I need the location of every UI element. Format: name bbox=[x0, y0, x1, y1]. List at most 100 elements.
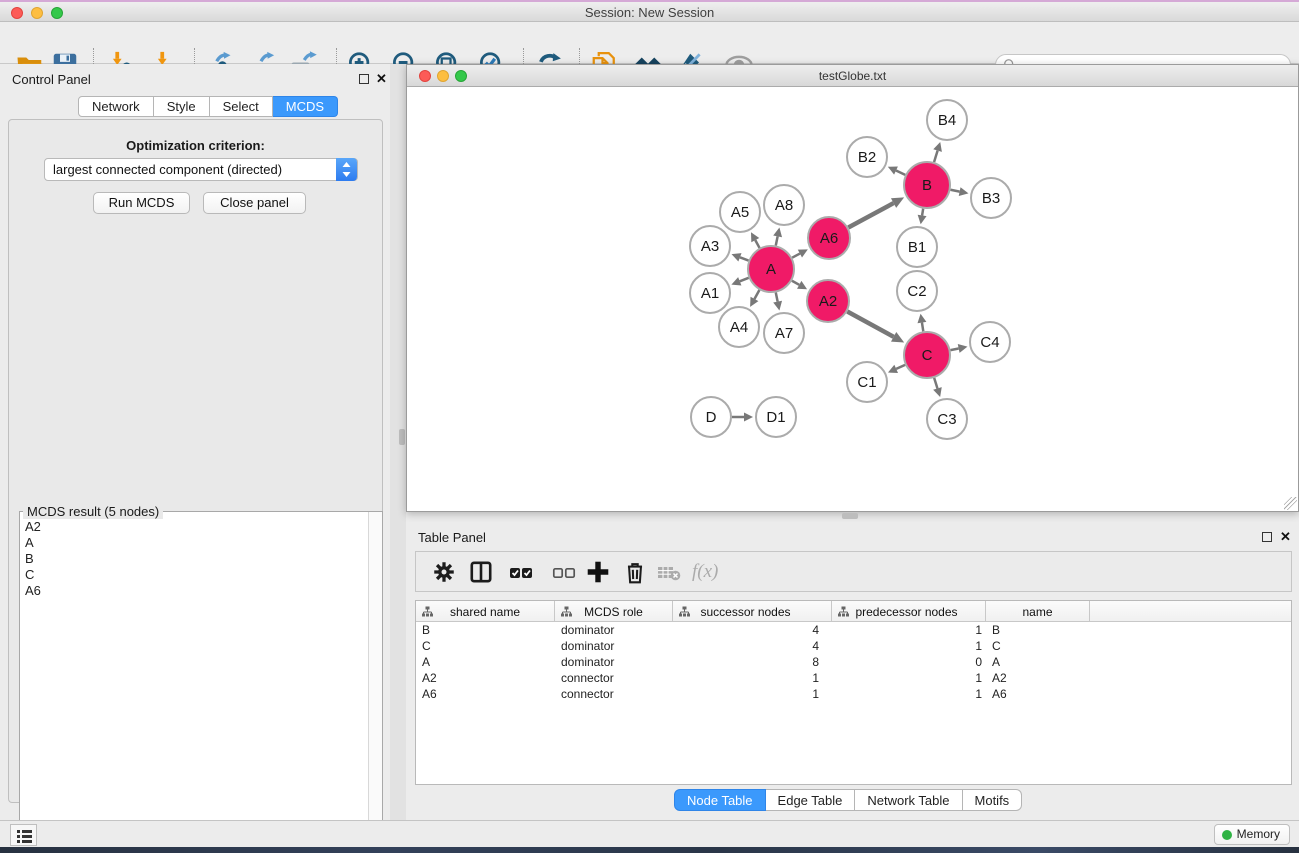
edge-A-A6[interactable] bbox=[792, 254, 800, 258]
arrowhead-icon bbox=[744, 413, 753, 422]
edge-A2-C[interactable] bbox=[847, 312, 893, 337]
create-column-icon[interactable] bbox=[585, 559, 611, 585]
float-table-panel-icon[interactable] bbox=[1262, 532, 1272, 542]
tab-edge-table[interactable]: Edge Table bbox=[766, 789, 856, 811]
mcds-result-item[interactable]: A6 bbox=[25, 583, 367, 599]
edge-B-B1[interactable] bbox=[922, 209, 923, 216]
arrowhead-icon bbox=[917, 314, 926, 324]
edge-A-A5[interactable] bbox=[755, 240, 759, 248]
tab-style[interactable]: Style bbox=[154, 96, 210, 117]
edge-C-C1[interactable] bbox=[896, 365, 905, 369]
edge-A-A7[interactable] bbox=[776, 293, 778, 302]
edge-B-B2[interactable] bbox=[896, 171, 905, 175]
table-cell[interactable]: A2 bbox=[986, 670, 1090, 686]
tab-mcds[interactable]: MCDS bbox=[273, 96, 338, 117]
node-label-C: C bbox=[922, 347, 933, 364]
delete-table-icon[interactable] bbox=[656, 559, 682, 585]
table-cell[interactable]: 4 bbox=[673, 622, 832, 638]
column-header-predecessor-nodes[interactable]: predecessor nodes bbox=[832, 601, 986, 622]
close-panel-button[interactable]: Close panel bbox=[203, 192, 306, 214]
table-body: Bdominator41BCdominator41CAdominator80AA… bbox=[416, 622, 1291, 784]
mcds-result-item[interactable]: B bbox=[25, 551, 367, 567]
table-cell[interactable]: dominator bbox=[555, 654, 673, 670]
table-cell[interactable]: A bbox=[986, 654, 1090, 670]
node-label-B3: B3 bbox=[982, 190, 1000, 207]
table-cell[interactable]: A bbox=[416, 654, 555, 670]
mcds-result-list[interactable]: A2ABCA6 bbox=[21, 516, 367, 853]
edge-A6-B[interactable] bbox=[848, 203, 893, 227]
column-header-successor-nodes[interactable]: successor nodes bbox=[673, 601, 832, 622]
table-cell[interactable]: C bbox=[986, 638, 1090, 654]
ui-settings-menu-button[interactable] bbox=[10, 824, 37, 846]
edge-A-A3[interactable] bbox=[740, 257, 749, 260]
unselect-all-columns-icon[interactable] bbox=[551, 559, 577, 585]
table-cell[interactable]: C bbox=[416, 638, 555, 654]
criterion-dropdown[interactable]: largest connected component (directed) bbox=[44, 158, 358, 181]
show-columns-icon[interactable] bbox=[468, 559, 494, 585]
table-cell[interactable]: 1 bbox=[832, 622, 986, 638]
mcds-result-item[interactable]: C bbox=[25, 567, 367, 583]
table-cell[interactable]: 1 bbox=[673, 686, 832, 702]
table-row[interactable]: Adominator80A bbox=[416, 654, 1291, 670]
table-row[interactable]: Bdominator41B bbox=[416, 622, 1291, 638]
run-mcds-button[interactable]: Run MCDS bbox=[93, 192, 190, 214]
table-cell[interactable]: connector bbox=[555, 670, 673, 686]
memory-label: Memory bbox=[1237, 827, 1280, 841]
splitter-handle-horizontal[interactable] bbox=[842, 513, 858, 519]
edge-A-A4[interactable] bbox=[754, 290, 759, 299]
node-label-A4: A4 bbox=[730, 319, 748, 336]
select-all-columns-icon[interactable] bbox=[508, 559, 534, 585]
table-row[interactable]: A2connector11A2 bbox=[416, 670, 1291, 686]
table-cell[interactable]: 8 bbox=[673, 654, 832, 670]
memory-button[interactable]: Memory bbox=[1214, 824, 1290, 845]
edge-C-C3[interactable] bbox=[934, 378, 937, 389]
mcds-result-box: MCDS result (5 nodes) A2ABCA6 bbox=[19, 511, 383, 853]
tab-node-table[interactable]: Node Table bbox=[674, 789, 766, 811]
table-cell[interactable]: 1 bbox=[832, 686, 986, 702]
table-cell[interactable]: 1 bbox=[673, 670, 832, 686]
mcds-result-item[interactable]: A2 bbox=[25, 519, 367, 535]
table-cell[interactable]: A2 bbox=[416, 670, 555, 686]
table-cell[interactable]: dominator bbox=[555, 622, 673, 638]
splitter-handle[interactable] bbox=[399, 429, 405, 445]
table-cell[interactable]: dominator bbox=[555, 638, 673, 654]
function-builder-icon[interactable]: f(x) bbox=[692, 559, 732, 585]
table-settings-icon[interactable] bbox=[431, 559, 457, 585]
close-table-panel-icon[interactable]: ✕ bbox=[1280, 529, 1291, 545]
tab-network[interactable]: Network bbox=[78, 96, 154, 117]
table-row[interactable]: Cdominator41C bbox=[416, 638, 1291, 654]
delete-columns-icon[interactable] bbox=[622, 559, 648, 585]
tab-select[interactable]: Select bbox=[210, 96, 273, 117]
mcds-result-scrollbar[interactable] bbox=[368, 512, 382, 853]
column-header-MCDS-role[interactable]: MCDS role bbox=[555, 601, 673, 622]
mcds-result-item[interactable]: A bbox=[25, 535, 367, 551]
table-cell[interactable]: B bbox=[416, 622, 555, 638]
edge-B-B4[interactable] bbox=[934, 151, 938, 162]
table-toolbar: f(x) bbox=[415, 551, 1292, 592]
network-graph[interactable]: AA1A2A3A4A5A6A7A8BB1B2B3B4CC1C2C3C4DD1 bbox=[407, 87, 1298, 511]
edge-C-C4[interactable] bbox=[951, 348, 959, 350]
edge-A-A2[interactable] bbox=[792, 281, 799, 285]
float-panel-icon[interactable] bbox=[359, 74, 369, 84]
resize-grip-icon[interactable] bbox=[1284, 497, 1297, 510]
tab-network-table[interactable]: Network Table bbox=[855, 789, 962, 811]
column-header-name[interactable]: name bbox=[986, 601, 1090, 622]
column-header-shared-name[interactable]: shared name bbox=[416, 601, 555, 622]
table-cell[interactable]: 1 bbox=[832, 638, 986, 654]
table-row[interactable]: A6connector11A6 bbox=[416, 686, 1291, 702]
table-cell[interactable]: A6 bbox=[986, 686, 1090, 702]
edge-B-B3[interactable] bbox=[951, 190, 960, 192]
edge-A-A1[interactable] bbox=[740, 278, 749, 281]
network-canvas[interactable]: AA1A2A3A4A5A6A7A8BB1B2B3B4CC1C2C3C4DD1 bbox=[407, 87, 1298, 511]
table-cell[interactable]: A6 bbox=[416, 686, 555, 702]
edge-A-A8[interactable] bbox=[776, 236, 778, 245]
network-window-titlebar[interactable]: testGlobe.txt bbox=[407, 65, 1298, 87]
table-cell[interactable]: 0 bbox=[832, 654, 986, 670]
edge-C-C2[interactable] bbox=[922, 323, 923, 332]
table-cell[interactable]: B bbox=[986, 622, 1090, 638]
table-cell[interactable]: 4 bbox=[673, 638, 832, 654]
table-cell[interactable]: 1 bbox=[832, 670, 986, 686]
tab-motifs[interactable]: Motifs bbox=[963, 789, 1023, 811]
table-cell[interactable]: connector bbox=[555, 686, 673, 702]
close-panel-icon[interactable]: ✕ bbox=[376, 71, 387, 87]
